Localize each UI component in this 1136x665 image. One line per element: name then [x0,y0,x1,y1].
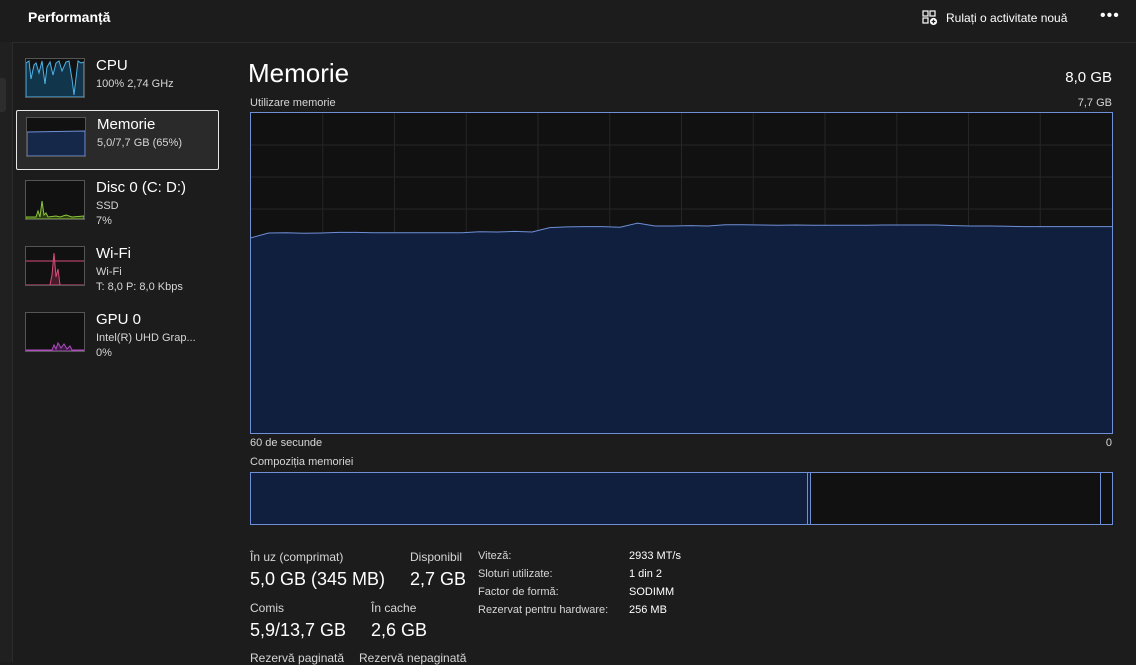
sidebar-item-detail: 7% [96,215,112,227]
sidebar-item-subtitle: SSD [96,200,119,212]
sidebar-item-wifi[interactable]: Wi-Fi Wi-Fi T: 8,0 P: 8,0 Kbps [16,240,219,300]
detail-hardware-reserved-key: Rezervat pentru hardware: [478,604,609,616]
memory-thumbnail-graph [26,117,86,157]
sidebar-item-cpu[interactable]: CPU 100% 2,74 GHz [16,52,219,112]
sidebar-item-detail: T: 8,0 P: 8,0 Kbps [96,281,183,293]
detail-form-factor-key: Factor de formă: [478,586,559,598]
new-task-icon [922,10,938,26]
cpu-thumbnail-graph [25,58,85,98]
sidebar-item-subtitle: 5,0/7,7 GB (65%) [97,137,182,149]
nav-rail [0,42,13,662]
committed-value: 5,9/13,7 GB [250,620,347,640]
detail-slots-key: Sloturi utilizate: [478,568,553,580]
in-use-value: 5,0 GB (345 MB) [250,569,386,589]
committed-label: Comis [250,601,285,615]
nonpaged-pool-label: Rezervă nepaginată [359,651,467,665]
wifi-thumbnail-graph [25,246,85,286]
sidebar-item-subtitle: Wi-Fi [96,266,122,278]
cached-value: 2,6 GB [371,620,428,640]
in-use-label: În uz (comprimat) [250,550,344,564]
memory-total: 8,0 GB [1065,69,1112,86]
sidebar-item-title: GPU 0 [96,311,142,328]
sidebar-item-title: Memorie [97,116,156,133]
gpu-thumbnail-graph [25,312,85,352]
section-title: Memorie [248,58,350,88]
detail-speed-key: Viteză: [478,550,512,562]
graph-time-start: 60 de secunde [250,437,323,449]
sidebar-item-memory[interactable]: Memorie 5,0/7,7 GB (65%) [16,110,219,170]
sidebar-item-subtitle: Intel(R) UHD Grap... [96,332,196,344]
memory-composition-bar [250,472,1113,525]
disk-thumbnail-graph [25,180,85,220]
run-new-task-button[interactable]: Rulați o activitate nouă [922,8,1067,28]
usage-graph-max: 7,7 GB [1077,97,1112,109]
sidebar-item-detail: 0% [96,347,112,359]
page-title: Performanță [28,9,111,25]
header-bar: Performanță Rulați o activitate nouă ••• [0,0,1136,43]
detail-form-factor-value: SODIMM [629,586,675,598]
memory-usage-area [251,223,1112,433]
nav-rail-selection-indicator [0,78,6,112]
cached-label: În cache [371,601,417,615]
usage-graph-label: Utilizare memorie [250,97,336,109]
composition-in-use [251,473,808,524]
sidebar-item-disk-0[interactable]: Disc 0 (C: D:) SSD 7% [16,174,219,234]
graph-time-end: 0 [1105,437,1112,449]
composition-label: Compoziția memoriei [250,456,354,468]
sidebar-item-title: CPU [96,57,128,74]
memory-usage-graph [250,112,1113,434]
composition-free [1100,473,1112,524]
available-label: Disponibil [410,550,463,564]
sidebar-item-subtitle: 100% 2,74 GHz [96,78,174,90]
sidebar-item-title: Wi-Fi [96,245,131,262]
more-options-button[interactable]: ••• [1100,7,1120,25]
available-value: 2,7 GB [410,569,467,589]
composition-standby [811,473,1101,524]
detail-speed-value: 2933 MT/s [629,550,681,562]
detail-hardware-reserved-value: 256 MB [629,604,667,616]
paged-pool-label: Rezervă paginată [250,651,345,665]
sidebar-item-title: Disc 0 (C: D:) [96,179,186,196]
run-new-task-label: Rulați o activitate nouă [946,11,1068,25]
detail-slots-value: 1 din 2 [629,568,663,580]
sidebar-item-gpu-0[interactable]: GPU 0 Intel(R) UHD Grap... 0% [16,306,219,366]
